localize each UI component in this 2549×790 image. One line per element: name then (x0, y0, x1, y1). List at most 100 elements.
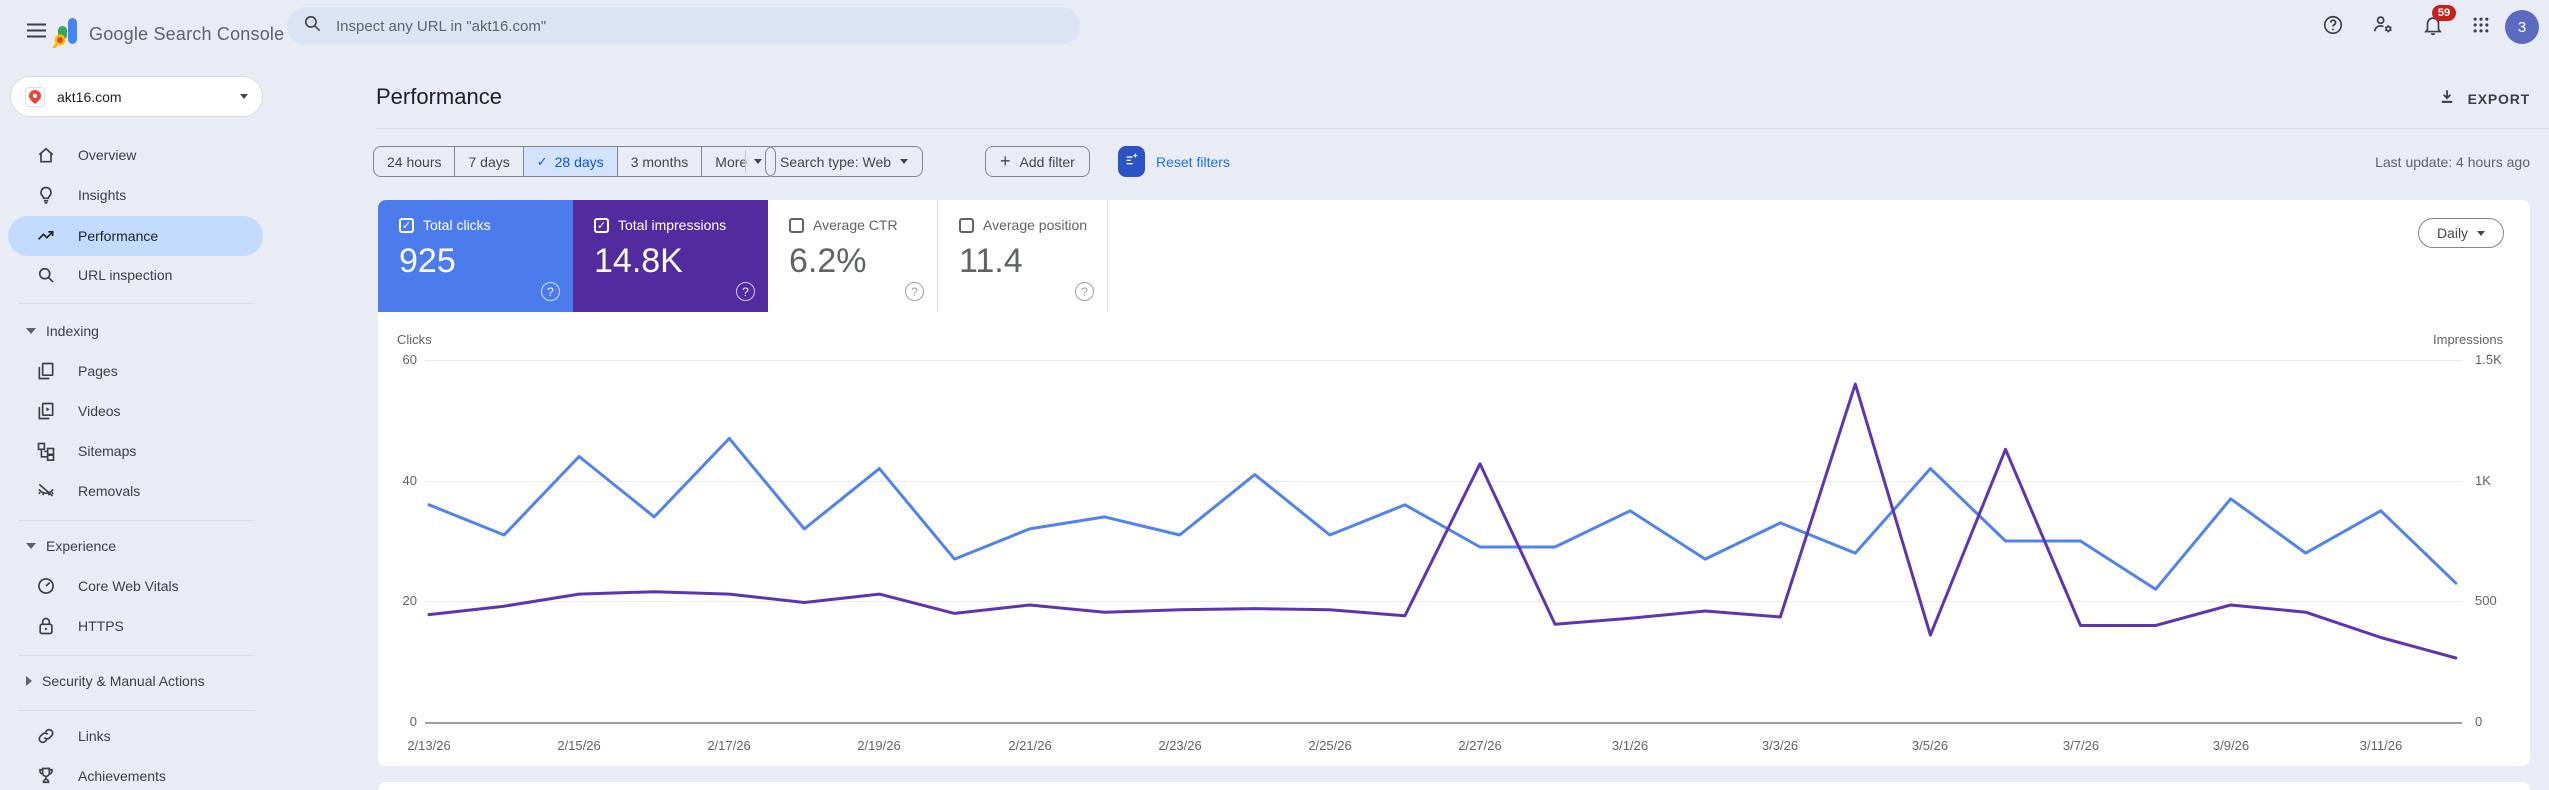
divider (18, 710, 255, 711)
checkbox-checked-icon[interactable] (399, 218, 414, 233)
sidebar-item-removals[interactable]: Removals (8, 471, 263, 511)
sidebar-item-label: Removals (78, 483, 141, 499)
performance-trend-icon (36, 226, 56, 246)
x-axis-date-label: 3/3/26 (1761, 738, 1799, 753)
granularity-label: Daily (2436, 225, 2469, 241)
metric-tile-total-clicks[interactable]: Total clicks 925 ? (378, 200, 573, 312)
divider (745, 150, 746, 173)
x-axis-date-label: 2/13/26 (407, 738, 451, 753)
sidebar-item-sitemaps[interactable]: Sitemaps (8, 431, 263, 471)
divider (18, 655, 255, 656)
section-security-manual-actions[interactable]: Security & Manual Actions (8, 668, 263, 694)
url-inspect-search-input[interactable]: Inspect any URL in "akt16.com" (287, 7, 1080, 45)
sidebar-item-pages[interactable]: Pages (8, 351, 263, 391)
checkbox-unchecked-icon[interactable] (959, 218, 974, 233)
range-chip-24-hours[interactable]: 24 hours (374, 147, 454, 176)
x-axis-date-label: 2/25/26 (1308, 738, 1352, 753)
divider (18, 303, 255, 304)
range-chip-28-days-selected[interactable]: 28 days (522, 147, 617, 176)
section-experience[interactable]: Experience (8, 533, 263, 559)
search-placeholder: Inspect any URL in "akt16.com" (336, 17, 547, 35)
granularity-dropdown[interactable]: Daily (2418, 218, 2504, 248)
sidebar-item-label: Videos (78, 403, 121, 419)
sidebar-item-url-inspection[interactable]: URL inspection (8, 255, 263, 295)
metric-label: Average CTR (813, 217, 898, 233)
https-lock-icon (36, 616, 56, 636)
plus-icon (1000, 151, 1011, 172)
expand-triangle-icon (26, 676, 32, 686)
sidebar-item-label: Overview (78, 147, 137, 163)
right-axis-tick-label: 500 (2475, 593, 2497, 608)
sidebar-item-achievements[interactable]: Achievements (8, 756, 263, 790)
chip-label: 24 hours (387, 153, 442, 170)
sidebar-item-label: Pages (78, 363, 118, 379)
notifications-count-badge: 59 (2432, 5, 2456, 21)
search-icon (303, 14, 322, 38)
sidebar-item-core-web-vitals[interactable]: Core Web Vitals (8, 566, 263, 606)
export-button[interactable]: EXPORT (2438, 88, 2530, 109)
property-name: akt16.com (57, 88, 122, 105)
metric-tile-total-impressions[interactable]: Total impressions 14.8K ? (573, 200, 768, 312)
chevron-down-icon (240, 94, 248, 99)
sitemaps-icon (36, 441, 56, 461)
collapse-triangle-icon (26, 543, 36, 549)
checkbox-checked-icon[interactable] (594, 218, 609, 233)
sidebar-item-insights[interactable]: Insights (8, 175, 263, 215)
sidebar-item-label: Sitemaps (78, 443, 137, 459)
chip-label: 28 days (554, 153, 604, 170)
help-icon[interactable]: ? (736, 282, 755, 301)
download-icon (2438, 88, 2456, 109)
sidebar-item-label: Links (78, 728, 111, 744)
performance-chart-card: Total clicks 925 ? Total impressions 14.… (378, 200, 2530, 766)
left-axis-tick-label: 0 (409, 714, 417, 729)
x-axis-date-label: 2/27/26 (1458, 738, 1502, 753)
sidebar-item-performance[interactable]: Performance (8, 216, 263, 256)
chevron-down-icon (754, 159, 763, 164)
checkbox-unchecked-icon[interactable] (789, 218, 804, 233)
left-axis-tick-label: 60 (402, 352, 417, 367)
lightbulb-icon (36, 185, 56, 205)
sidebar-item-https[interactable]: HTTPS (8, 606, 263, 646)
section-indexing[interactable]: Indexing (8, 318, 263, 344)
metric-tile-average-ctr[interactable]: Average CTR 6.2% ? (768, 200, 938, 312)
right-axis-tick-label: 0 (2475, 714, 2483, 729)
sidebar-item-label: HTTPS (78, 618, 124, 634)
chip-label: More (715, 153, 748, 170)
search-type-chip[interactable]: Search type: Web (765, 146, 924, 177)
account-avatar[interactable]: 3 (2505, 10, 2539, 44)
sidebar-item-links[interactable]: Links (8, 716, 263, 756)
metric-tile-average-position[interactable]: Average position 11.4 ? (938, 200, 1108, 312)
x-axis-date-label: 2/17/26 (707, 738, 751, 753)
sidebar-item-overview[interactable]: Overview (8, 135, 263, 175)
metric-value: 11.4 (959, 242, 1023, 280)
app-logo[interactable]: Google Search Console (52, 16, 284, 53)
help-button[interactable] (2313, 7, 2353, 47)
metric-label: Total clicks (423, 217, 491, 233)
saved-filters-button[interactable] (1118, 146, 1145, 177)
metric-value: 14.8K (594, 242, 683, 280)
last-update-text: Last update: 4 hours ago (2375, 153, 2530, 170)
help-icon[interactable]: ? (905, 282, 924, 301)
apps-grid-icon (2471, 15, 2491, 40)
sidebar-item-videos[interactable]: Videos (8, 391, 263, 431)
hamburger-icon (26, 23, 46, 43)
range-chip-7-days[interactable]: 7 days (454, 147, 522, 176)
chip-label: 3 months (630, 153, 689, 170)
left-axis-tick-label: 40 (402, 473, 417, 488)
url-inspection-search-icon (36, 265, 56, 285)
metric-value: 6.2% (789, 242, 867, 280)
x-axis-date-label: 2/15/26 (557, 738, 601, 753)
property-selector[interactable]: akt16.com (10, 76, 263, 117)
divider (18, 520, 255, 521)
chart-series-lines (427, 382, 2458, 660)
help-icon[interactable]: ? (541, 282, 560, 301)
google-apps-button[interactable] (2461, 7, 2501, 47)
settings-users-button[interactable] (2363, 7, 2403, 47)
hamburger-menu-button[interactable] (16, 13, 56, 53)
reset-filters-link[interactable]: Reset filters (1156, 146, 1230, 177)
search-console-logo-icon (52, 16, 79, 53)
chevron-down-icon (2477, 230, 2486, 236)
help-icon[interactable]: ? (1075, 282, 1094, 301)
add-filter-chip[interactable]: Add filter (985, 146, 1090, 177)
range-chip-3-months[interactable]: 3 months (616, 147, 702, 176)
